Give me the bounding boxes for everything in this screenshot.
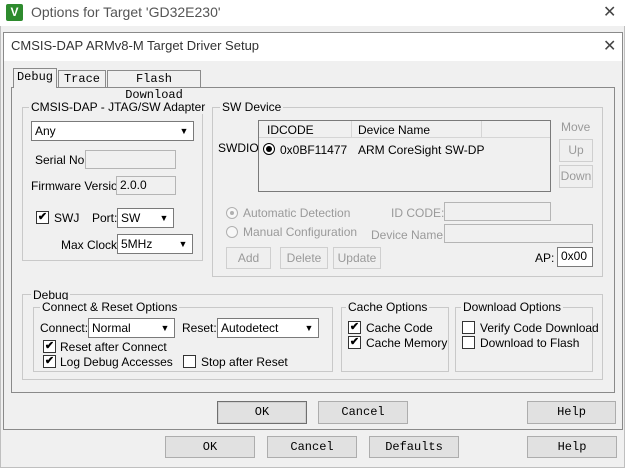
active-tab-joint — [14, 86, 56, 89]
reset-after-connect-checkbox[interactable]: ✔ — [43, 340, 56, 353]
auto-detect-radio[interactable] — [226, 207, 238, 219]
dialog-close-icon[interactable]: ✕ — [603, 39, 616, 55]
connect-select[interactable]: Normal ▼ — [88, 318, 175, 338]
ok-button[interactable]: OK — [217, 401, 307, 424]
adapter-select[interactable]: Any ▼ — [31, 121, 194, 141]
id-code-label: ID CODE: — [391, 206, 445, 220]
update-button[interactable]: Update — [333, 247, 381, 269]
outer-defaults-button[interactable]: Defaults — [369, 436, 459, 458]
table-row-device-name[interactable]: ARM CoreSight SW-DP — [358, 143, 484, 157]
reset-after-connect-label: Reset after Connect — [60, 340, 167, 354]
maxclock-select[interactable]: 5MHz ▼ — [117, 234, 193, 254]
move-down-button[interactable]: Down — [559, 165, 593, 188]
device-table: IDCODE Device Name 0x0BF11477 ARM CoreSi… — [258, 120, 551, 192]
maxclock-label: Max Clock: — [61, 238, 121, 252]
connect-select-value: Normal — [92, 321, 131, 335]
stop-after-reset-label: Stop after Reset — [201, 355, 288, 369]
firmware-field: 2.0.0 — [116, 176, 176, 195]
reset-select-value: Autodetect — [221, 321, 279, 335]
chevron-down-icon: ▼ — [160, 323, 170, 333]
reset-select[interactable]: Autodetect ▼ — [217, 318, 319, 338]
cache-code-checkbox[interactable]: ✔ — [348, 321, 361, 334]
outer-cancel-button[interactable]: Cancel — [267, 436, 357, 458]
table-row-idcode[interactable]: 0x0BF11477 — [280, 143, 347, 157]
verify-download-checkbox[interactable] — [462, 321, 475, 334]
log-debug-checkbox[interactable]: ✔ — [43, 355, 56, 368]
log-debug-label: Log Debug Accesses — [60, 355, 173, 369]
firmware-label: Firmware Version: — [31, 179, 128, 193]
move-label: Move — [561, 120, 591, 134]
radio-dot — [266, 146, 272, 152]
swj-checkbox[interactable]: ✔ — [36, 211, 49, 224]
manual-config-radio[interactable] — [226, 226, 238, 238]
cancel-button[interactable]: Cancel — [318, 401, 408, 424]
maxclock-select-value: 5MHz — [121, 237, 153, 251]
download-legend: Download Options — [461, 300, 564, 314]
reset-label: Reset: — [182, 321, 217, 335]
download-flash-checkbox[interactable] — [462, 336, 475, 349]
tab-flash-download[interactable]: Flash Download — [107, 70, 201, 102]
swdevice-legend: SW Device — [220, 100, 284, 114]
tab-trace[interactable]: Trace — [58, 70, 106, 88]
auto-detect-label: Automatic Detection — [243, 206, 351, 220]
port-select-value: SW — [121, 211, 141, 225]
stop-after-reset-checkbox[interactable] — [183, 355, 196, 368]
keil-icon: V — [6, 4, 23, 21]
connect-reset-legend: Connect & Reset Options — [40, 300, 180, 314]
column-header-device-name[interactable]: Device Name — [358, 123, 430, 137]
connect-label: Connect: — [40, 321, 89, 335]
adapter-select-value: Any — [35, 124, 56, 138]
add-button[interactable]: Add — [226, 247, 271, 269]
help-button[interactable]: Help — [527, 401, 616, 424]
cache-memory-checkbox[interactable]: ✔ — [348, 336, 361, 349]
cache-legend: Cache Options — [346, 300, 430, 314]
outer-ok-button[interactable]: OK — [165, 436, 255, 458]
swdio-label: SWDIO — [218, 141, 259, 155]
chevron-down-icon: ▼ — [159, 213, 169, 223]
dialog-title: CMSIS-DAP ARMv8-M Target Driver Setup — [11, 38, 260, 53]
download-flash-label: Download to Flash — [480, 336, 580, 350]
delete-button[interactable]: Delete — [280, 247, 328, 269]
selected-row-radio-icon[interactable] — [263, 143, 275, 155]
outer-help-button[interactable]: Help — [527, 436, 617, 458]
verify-download-label: Verify Code Download — [480, 321, 599, 335]
move-up-button[interactable]: Up — [559, 139, 593, 162]
serial-field — [85, 150, 176, 169]
id-code-field[interactable] — [444, 202, 551, 221]
ap-field[interactable]: 0x00 — [557, 247, 593, 267]
ap-label: AP: — [535, 251, 555, 265]
swj-label: SWJ — [54, 211, 80, 225]
device-name-label: Device Name: — [371, 228, 447, 242]
chevron-down-icon: ▼ — [178, 239, 188, 249]
device-name-field[interactable] — [444, 224, 593, 243]
port-label: Port: — [92, 211, 118, 225]
outer-close-icon[interactable]: ✕ — [603, 5, 616, 21]
column-divider — [351, 121, 352, 138]
column-header-idcode[interactable]: IDCODE — [267, 123, 314, 137]
manual-config-label: Manual Configuration — [243, 225, 358, 239]
ap-value: 0x00 — [561, 249, 588, 263]
adapter-legend: CMSIS-DAP - JTAG/SW Adapter — [29, 100, 208, 114]
serial-label: Serial No: — [35, 153, 88, 167]
outer-window-title: Options for Target 'GD32E230' — [31, 4, 221, 20]
tab-debug[interactable]: Debug — [13, 68, 57, 88]
cache-code-label: Cache Code — [366, 321, 433, 335]
firmware-value: 2.0.0 — [120, 178, 147, 192]
chevron-down-icon: ▼ — [304, 323, 314, 333]
cache-memory-label: Cache Memory — [366, 336, 448, 350]
column-divider — [481, 121, 482, 138]
port-select[interactable]: SW ▼ — [117, 208, 174, 228]
chevron-down-icon: ▼ — [179, 126, 189, 136]
